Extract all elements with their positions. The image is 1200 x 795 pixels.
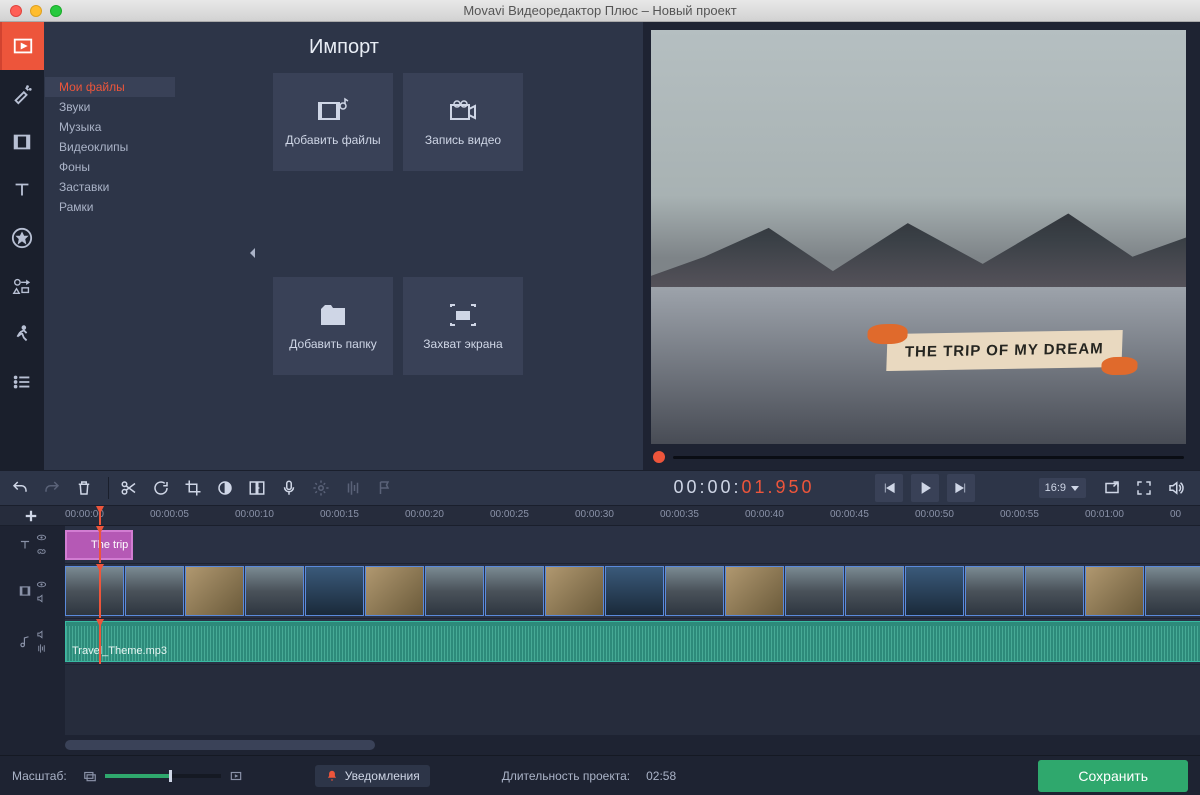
camera-icon [447, 97, 479, 125]
timecode-display: 00:00:01.950 [673, 477, 814, 499]
tab-more[interactable] [0, 358, 44, 406]
category-list: Мои файлы Звуки Музыка Видеоклипы Фоны З… [45, 73, 175, 470]
music-icon [18, 635, 32, 649]
timeline-scrollbar[interactable] [0, 735, 1200, 755]
category-frames[interactable]: Рамки [45, 197, 175, 217]
bell-icon [325, 769, 339, 783]
tab-filters[interactable] [0, 70, 44, 118]
editor-toolbar: 00:00:01.950 16:9 [0, 470, 1200, 506]
split-button[interactable] [115, 474, 143, 502]
mute-icon[interactable] [36, 629, 47, 640]
video-track [0, 564, 1200, 619]
rotate-button[interactable] [147, 474, 175, 502]
scrub-handle-icon[interactable] [653, 451, 665, 463]
fx-icon[interactable] [36, 643, 47, 654]
text-icon [18, 538, 32, 552]
next-frame-button[interactable] [947, 474, 975, 502]
aspect-ratio-dropdown[interactable]: 16:9 [1039, 478, 1086, 498]
preview-title-overlay: THE TRIP OF MY DREAM [886, 330, 1122, 371]
redo-button[interactable] [38, 474, 66, 502]
category-videoclips[interactable]: Видеоклипы [45, 137, 175, 157]
category-sounds[interactable]: Звуки [45, 97, 175, 117]
tab-callouts[interactable] [0, 262, 44, 310]
bottom-bar: Масштаб: Уведомления Длительность проект… [0, 755, 1200, 795]
tab-transitions[interactable] [0, 118, 44, 166]
add-track-button[interactable] [21, 506, 41, 526]
zoom-slider[interactable] [83, 769, 243, 783]
delete-button[interactable] [70, 474, 98, 502]
visibility-icon[interactable] [36, 532, 47, 543]
preview-scrubber[interactable] [651, 444, 1186, 470]
collapse-sidebar-button[interactable] [245, 233, 261, 273]
fullscreen-button[interactable] [1130, 474, 1158, 502]
video-track-head [0, 564, 65, 618]
category-backgrounds[interactable]: Фоны [45, 157, 175, 177]
undo-button[interactable] [6, 474, 34, 502]
screen-capture-icon [447, 301, 479, 329]
link-icon[interactable] [36, 546, 47, 557]
audio-track-head [0, 619, 65, 664]
titles-track-head [0, 526, 65, 563]
category-intros[interactable]: Заставки [45, 177, 175, 197]
panel-title: Импорт [45, 22, 643, 73]
timeline-empty-area [0, 665, 1200, 735]
video-clip[interactable] [65, 566, 1200, 616]
tab-titles[interactable] [0, 166, 44, 214]
audio-properties-button[interactable] [339, 474, 367, 502]
folder-icon [317, 301, 349, 329]
record-video-label: Запись видео [425, 133, 501, 147]
tab-animation[interactable] [0, 310, 44, 358]
prev-frame-button[interactable] [875, 474, 903, 502]
screen-capture-button[interactable]: Захват экрана [403, 277, 523, 375]
add-files-label: Добавить файлы [285, 133, 380, 147]
zoom-out-icon[interactable] [83, 769, 97, 783]
text-icon [73, 538, 87, 552]
import-panel: Импорт Мои файлы Звуки Музыка Видеоклипы… [45, 22, 643, 470]
transition-wizard-button[interactable] [243, 474, 271, 502]
zoom-in-icon[interactable] [229, 769, 243, 783]
preview-video[interactable]: THE TRIP OF MY DREAM [651, 30, 1186, 444]
marker-button[interactable] [371, 474, 399, 502]
duration-label: Длительность проекта: [502, 769, 630, 783]
titles-track: The trip [0, 526, 1200, 564]
add-files-button[interactable]: Добавить файлы [273, 73, 393, 171]
window-title: Movavi Видеоредактор Плюс – Новый проект [0, 3, 1200, 18]
visibility-icon[interactable] [36, 579, 47, 590]
tab-stickers[interactable] [0, 214, 44, 262]
detach-preview-button[interactable] [1098, 474, 1126, 502]
category-my-files[interactable]: Мои файлы [45, 77, 175, 97]
screen-capture-label: Захват экрана [423, 337, 502, 351]
play-button[interactable] [911, 474, 939, 502]
playhead[interactable] [99, 506, 101, 525]
volume-button[interactable] [1162, 474, 1190, 502]
audio-track: Travel_Theme.mp3 [0, 619, 1200, 665]
save-button[interactable]: Сохранить [1038, 760, 1188, 792]
timeline: 00:00:00 00:00:05 00:00:10 00:00:15 00:0… [0, 506, 1200, 755]
preview-pane: THE TRIP OF MY DREAM [643, 22, 1200, 470]
time-ruler[interactable]: 00:00:00 00:00:05 00:00:10 00:00:15 00:0… [65, 506, 1200, 525]
film-icon [18, 584, 32, 598]
mute-icon[interactable] [36, 593, 47, 604]
notifications-button[interactable]: Уведомления [315, 765, 430, 787]
category-music[interactable]: Музыка [45, 117, 175, 137]
zoom-label: Масштаб: [12, 769, 67, 783]
crop-button[interactable] [179, 474, 207, 502]
titlebar: Movavi Видеоредактор Плюс – Новый проект [0, 0, 1200, 22]
add-folder-button[interactable]: Добавить папку [273, 277, 393, 375]
left-toolbar [0, 22, 45, 470]
scrollbar-thumb[interactable] [65, 740, 375, 750]
record-video-button[interactable]: Запись видео [403, 73, 523, 171]
audio-clip[interactable]: Travel_Theme.mp3 [65, 621, 1200, 662]
clip-properties-button[interactable] [307, 474, 335, 502]
duration-value: 02:58 [646, 769, 676, 783]
color-adjust-button[interactable] [211, 474, 239, 502]
film-music-icon [317, 97, 349, 125]
add-folder-label: Добавить папку [289, 337, 376, 351]
record-voiceover-button[interactable] [275, 474, 303, 502]
scrub-track[interactable] [673, 456, 1184, 459]
tab-import[interactable] [0, 22, 44, 70]
